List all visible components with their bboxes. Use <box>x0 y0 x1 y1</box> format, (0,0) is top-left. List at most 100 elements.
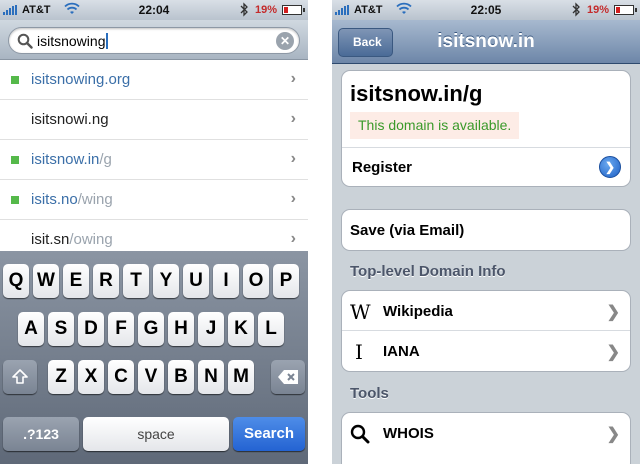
status-bar: AT&T 22:04 19% <box>0 0 308 20</box>
key-f[interactable]: F <box>108 312 134 346</box>
disclosure-button-icon[interactable]: ❯ <box>599 156 621 178</box>
tld-section-header: Top-level Domain Info <box>350 263 506 280</box>
save-group: Save (via Email) <box>341 209 631 251</box>
page-title: isitsnow.in <box>437 31 535 52</box>
navigation-bar: Back isitsnow.in <box>332 20 640 64</box>
key-s[interactable]: S <box>48 312 74 346</box>
search-icon <box>350 424 370 449</box>
text-cursor <box>106 33 109 49</box>
tld-group: W Wikipedia ❯ I IANA ❯ <box>341 290 631 372</box>
result-row[interactable]: isit.sn/owing › <box>0 220 308 251</box>
chevron-right-icon: › <box>290 150 296 167</box>
search-query: isitsnowing <box>37 33 106 49</box>
key-q[interactable]: Q <box>3 264 29 298</box>
register-label: Register <box>352 159 413 176</box>
chevron-right-icon: › <box>290 110 296 127</box>
chevron-right-icon: ❯ <box>606 344 620 361</box>
battery-percent: 19% <box>255 4 278 16</box>
key-d[interactable]: D <box>78 312 104 346</box>
tools-group: WHOIS ❯ <box>341 412 631 464</box>
available-indicator <box>11 156 19 164</box>
register-row[interactable]: Register ❯ <box>342 148 630 186</box>
key-w[interactable]: W <box>33 264 59 298</box>
search-bar: isitsnowing ✕ <box>0 20 308 60</box>
key-m[interactable]: M <box>228 360 254 394</box>
bluetooth-icon <box>240 2 249 20</box>
chevron-right-icon: › <box>290 70 296 87</box>
search-key[interactable]: Search <box>233 417 305 451</box>
key-y[interactable]: Y <box>153 264 179 298</box>
result-path: /owing <box>69 231 113 248</box>
key-p[interactable]: P <box>273 264 299 298</box>
key-j[interactable]: J <box>198 312 224 346</box>
battery-percent: 19% <box>587 4 610 16</box>
wikipedia-label: Wikipedia <box>383 303 453 320</box>
whois-label: WHOIS <box>383 425 434 442</box>
available-indicator <box>11 196 19 204</box>
chevron-right-icon: ❯ <box>606 304 620 321</box>
chevron-right-icon: ❯ <box>606 426 620 443</box>
result-domain: isits.no <box>31 191 78 208</box>
key-x[interactable]: X <box>78 360 104 394</box>
space-key[interactable]: space <box>83 417 229 451</box>
result-row[interactable]: isitsnowing.org › <box>0 60 308 100</box>
chevron-right-icon: › <box>290 190 296 207</box>
available-indicator <box>11 76 19 84</box>
save-email-row[interactable]: Save (via Email) <box>342 210 630 250</box>
result-domain: isitsnow.in <box>31 151 100 168</box>
iana-label: IANA <box>383 343 420 360</box>
key-v[interactable]: V <box>138 360 164 394</box>
iana-icon: I <box>355 340 363 364</box>
search-icon <box>17 33 33 54</box>
key-i[interactable]: I <box>213 264 239 298</box>
result-row[interactable]: isitsnow.in/g › <box>0 140 308 180</box>
result-domain: isitsnowing.org <box>31 71 131 88</box>
battery-icon <box>614 5 637 15</box>
whois-row[interactable]: WHOIS ❯ <box>342 413 630 453</box>
key-a[interactable]: A <box>18 312 44 346</box>
key-n[interactable]: N <box>198 360 224 394</box>
wikipedia-row[interactable]: W Wikipedia ❯ <box>342 291 630 331</box>
key-l[interactable]: L <box>258 312 284 346</box>
key-z[interactable]: Z <box>48 360 74 394</box>
domain-name: isitsnow.in/g <box>350 81 483 106</box>
results-list: isitsnowing.org › isitsnowi.ng › isitsno… <box>0 60 308 251</box>
numbers-key[interactable]: .?123 <box>3 417 79 451</box>
keyboard: QWERTYUIOP ASDFGHJKL ZXCVBNM .?123 space… <box>0 251 308 464</box>
result-path: /wing <box>77 191 113 208</box>
key-b[interactable]: B <box>168 360 194 394</box>
result-row[interactable]: isits.no/wing › <box>0 180 308 220</box>
key-g[interactable]: G <box>138 312 164 346</box>
clear-icon[interactable]: ✕ <box>276 32 294 50</box>
bluetooth-icon <box>572 2 581 20</box>
status-bar: AT&T 22:05 19% <box>332 0 640 20</box>
iana-row[interactable]: I IANA ❯ <box>342 331 630 371</box>
availability-status: This domain is available. <box>350 112 520 139</box>
key-e[interactable]: E <box>63 264 89 298</box>
result-domain: isit.sn <box>31 231 70 248</box>
delete-key[interactable] <box>271 360 305 394</box>
battery-icon <box>282 5 305 15</box>
shift-icon <box>11 369 29 391</box>
key-h[interactable]: H <box>168 312 194 346</box>
shift-key[interactable] <box>3 360 37 394</box>
search-input[interactable]: isitsnowing ✕ <box>8 27 300 54</box>
chevron-right-icon: › <box>290 230 296 247</box>
divider <box>308 0 332 464</box>
key-r[interactable]: R <box>93 264 119 298</box>
backspace-icon <box>277 369 299 390</box>
key-c[interactable]: C <box>108 360 134 394</box>
result-domain: isitsnowi.ng <box>31 111 109 128</box>
result-path: /g <box>99 151 112 168</box>
result-row[interactable]: isitsnowi.ng › <box>0 100 308 140</box>
wikipedia-icon: W <box>350 300 371 324</box>
key-t[interactable]: T <box>123 264 149 298</box>
domain-detail-screen: AT&T 22:05 19% Back isitsnow.in isitsnow… <box>332 0 640 464</box>
key-o[interactable]: O <box>243 264 269 298</box>
search-screen: AT&T 22:04 19% isitsnowing ✕ isitsnowing… <box>0 0 308 464</box>
key-u[interactable]: U <box>183 264 209 298</box>
save-email-label: Save (via Email) <box>350 222 465 239</box>
tools-section-header: Tools <box>350 385 389 402</box>
domain-group: isitsnow.in/g This domain is available. … <box>341 70 631 187</box>
key-k[interactable]: K <box>228 312 254 346</box>
